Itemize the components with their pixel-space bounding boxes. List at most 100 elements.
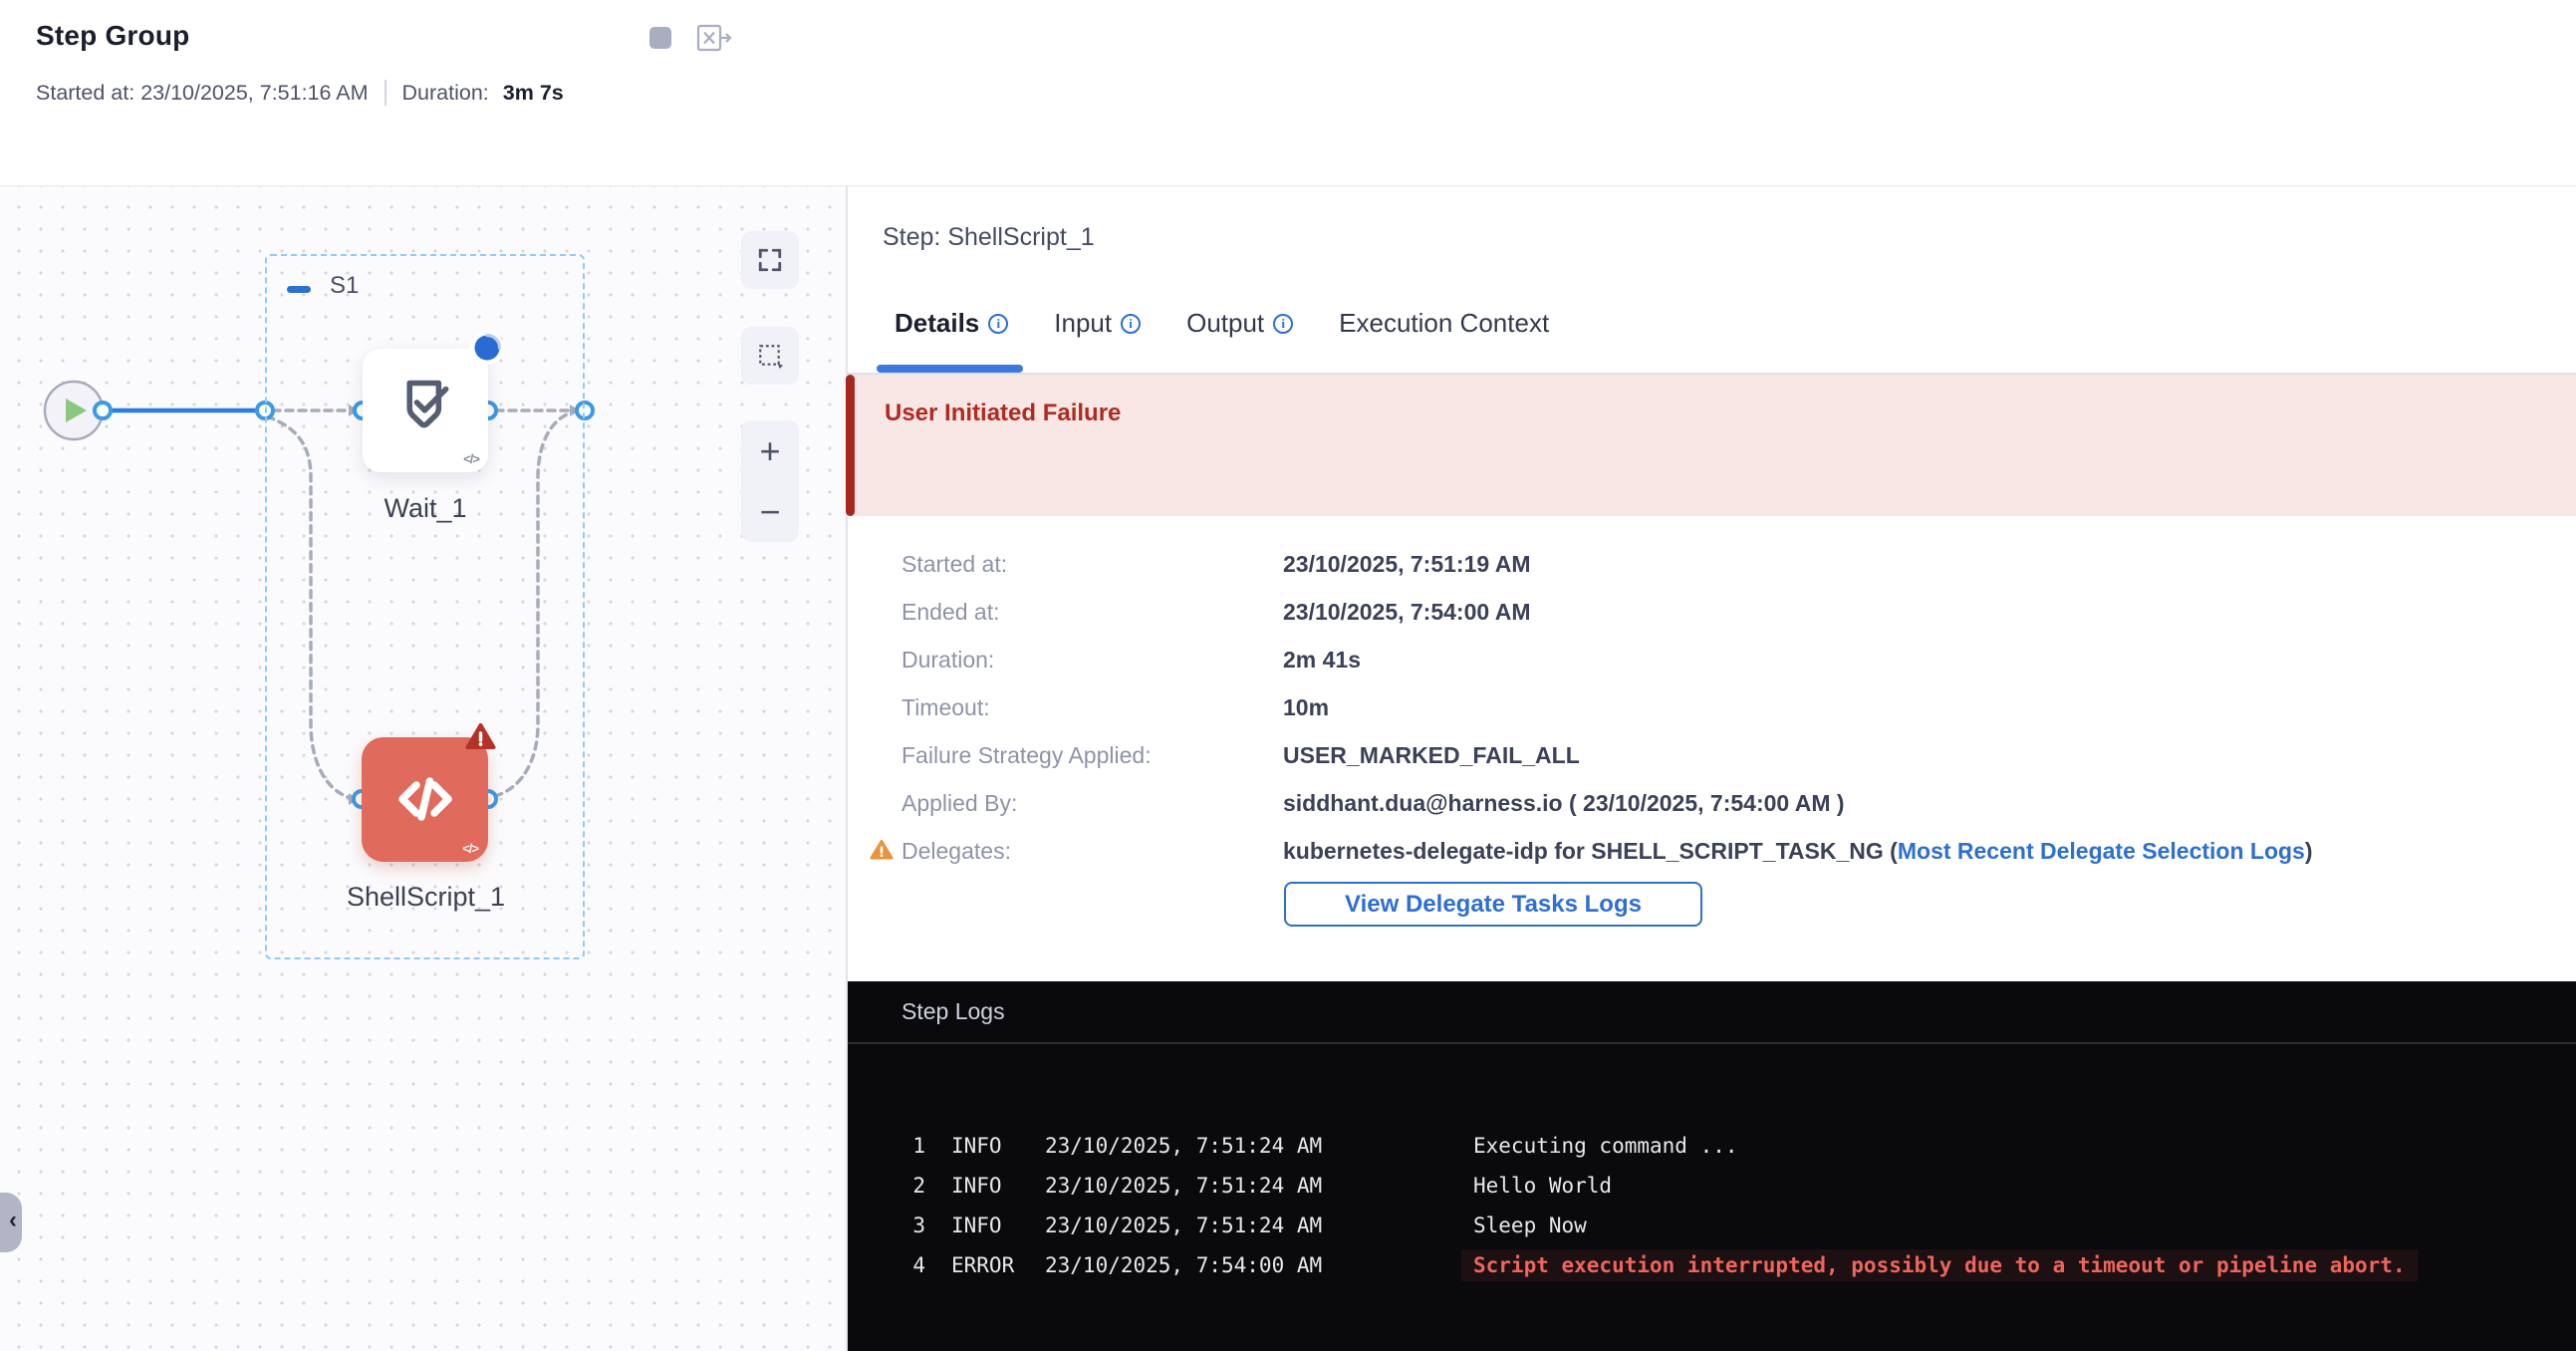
tab-execution-context-label: Execution Context [1339,308,1549,339]
stop-button[interactable] [649,27,671,49]
detail-row-timeout: Timeout: 10m [902,694,2313,722]
detail-row-applied-by: Applied By: siddhant.dua@harness.io ( 23… [902,790,2313,818]
abort-exit-icon [696,24,734,52]
paren: ) [2305,838,2313,864]
detail-label: Duration: [902,647,1283,674]
log-message: Executing command ... [1473,1134,1738,1158]
detail-row-ended: Ended at: 23/10/2025, 7:54:00 AM [902,599,2313,627]
log-level: INFO [951,1134,1027,1158]
log-timestamp: 23/10/2025, 7:51:24 AM [1045,1214,1374,1237]
app-root: Step Group Started at: 23/10/2025, 7:51:… [0,0,2576,1351]
zoom-out-button[interactable]: − [741,481,799,542]
started-at-label: Started at: [36,81,134,106]
log-line: 3 INFO 23/10/2025, 7:51:24 AM Sleep Now [902,1206,2576,1245]
detail-label: Failure Strategy Applied: [902,742,1283,769]
zoom-in-button[interactable]: + [741,420,799,481]
step-logs-title: Step Logs [902,998,1005,1025]
view-delegate-tasks-logs-button[interactable]: View Delegate Tasks Logs [1284,882,1702,927]
failure-banner: User Initiated Failure [846,375,2576,516]
delegate-name: kubernetes-delegate-idp for SHELL_SCRIPT… [1283,838,1884,864]
log-level: INFO [951,1214,1027,1237]
tab-input-label: Input [1054,308,1112,339]
marquee-select-button[interactable] [741,327,799,385]
tab-details[interactable]: Details i [895,308,1008,339]
started-at-value: 23/10/2025, 7:51:16 AM [140,81,368,106]
group-label: S1 [330,272,359,300]
delegates-value: kubernetes-delegate-idp for SHELL_SCRIPT… [1283,838,2313,865]
log-line-number: 2 [902,1174,925,1198]
failure-warning-icon [465,722,496,751]
active-tab-indicator [877,365,1023,373]
info-icon[interactable]: i [1273,314,1293,334]
step-status-running-icon [470,331,504,365]
shield-check-icon [391,373,459,444]
failure-banner-title: User Initiated Failure [885,400,1121,427]
log-line-error: 4 ERROR 23/10/2025, 7:54:00 AM Script ex… [902,1245,2576,1285]
wait-step-node[interactable]: </> [363,349,488,472]
tab-details-label: Details [895,308,979,339]
page-title: Step Group [36,20,189,52]
panel-toggle-handle[interactable]: ‹ [0,1193,22,1252]
log-level: ERROR [951,1253,1027,1277]
tab-input[interactable]: Input i [1054,308,1141,339]
header: Step Group Started at: 23/10/2025, 7:51:… [0,0,2576,186]
step-details-list: Started at: 23/10/2025, 7:51:19 AM Ended… [902,551,2313,866]
failure-banner-accent [846,375,855,516]
detail-row-failure-strategy: Failure Strategy Applied: USER_MARKED_FA… [902,742,2313,770]
log-line-number: 4 [902,1253,925,1277]
detail-value: 23/10/2025, 7:54:00 AM [1283,599,1530,626]
info-icon[interactable]: i [988,314,1008,334]
detail-value: siddhant.dua@harness.io ( 23/10/2025, 7:… [1283,790,1845,817]
collapse-group-button[interactable] [287,286,311,293]
log-timestamp: 23/10/2025, 7:51:24 AM [1045,1174,1374,1198]
detail-label: Applied By: [902,790,1283,817]
fullscreen-icon [757,247,783,273]
fullscreen-button[interactable] [741,231,799,289]
log-level: INFO [951,1174,1027,1198]
zoom-controls: + − [741,420,799,542]
log-line-number: 3 [902,1214,925,1237]
code-badge-icon: </> [463,451,479,466]
detail-row-started: Started at: 23/10/2025, 7:51:19 AM [902,551,2313,579]
detail-value: 2m 41s [1283,647,1361,674]
pipeline-canvas[interactable]: S1 </> Wait_1 </> [0,186,846,1351]
duration-value: 3m 7s [503,81,564,106]
step-details-panel: Step: ShellScript_1 Details i Input i Ou… [848,186,2576,981]
log-timestamp: 23/10/2025, 7:54:00 AM [1045,1253,1374,1277]
detail-label: Timeout: [902,694,1283,721]
detail-label: Started at: [902,551,1283,578]
info-icon[interactable]: i [1121,314,1141,334]
tab-execution-context[interactable]: Execution Context [1339,308,1549,339]
code-icon [389,764,461,834]
step-logs-header: Step Logs [848,981,2576,1044]
detail-label: Delegates: [902,838,1283,865]
marquee-icon [757,343,783,369]
duration-label: Duration: [402,81,489,106]
delegates-label: Delegates: [902,838,1011,864]
detail-value: USER_MARKED_FAIL_ALL [1283,742,1580,769]
code-badge-icon: </> [462,841,478,856]
detail-row-delegates: Delegates: kubernetes-delegate-idp for S… [902,838,2313,866]
paren: ( [1884,838,1898,864]
warning-triangle-icon [870,839,894,867]
log-error-message: Script execution interrupted, possibly d… [1461,1249,2418,1281]
step-logs-section: Step Logs 1 INFO 23/10/2025, 7:51:24 AM … [848,981,2576,1351]
run-meta: Started at: 23/10/2025, 7:51:16 AM Durat… [36,80,564,106]
detail-tabs: Details i Input i Output i Execution Con… [895,308,1549,339]
log-message: Hello World [1473,1174,1612,1198]
detail-value: 10m [1283,694,1329,721]
log-line-number: 1 [902,1134,925,1158]
chevron-left-icon: ‹ [9,1207,17,1234]
detail-value: 23/10/2025, 7:51:19 AM [1283,551,1530,578]
tab-output[interactable]: Output i [1186,308,1293,339]
meta-divider [385,80,386,106]
tab-output-label: Output [1186,308,1264,339]
detail-row-duration: Duration: 2m 41s [902,647,2313,675]
shellscript-step-label: ShellScript_1 [339,882,513,913]
wait-step-label: Wait_1 [351,493,500,524]
step-logs-console[interactable]: 1 INFO 23/10/2025, 7:51:24 AM Executing … [848,1044,2576,1285]
step-title: Step: ShellScript_1 [883,223,1095,252]
shellscript-step-node[interactable]: </> [362,737,488,862]
abort-pipeline-button[interactable] [696,24,734,52]
delegate-selection-logs-link[interactable]: Most Recent Delegate Selection Logs [1898,838,2305,864]
